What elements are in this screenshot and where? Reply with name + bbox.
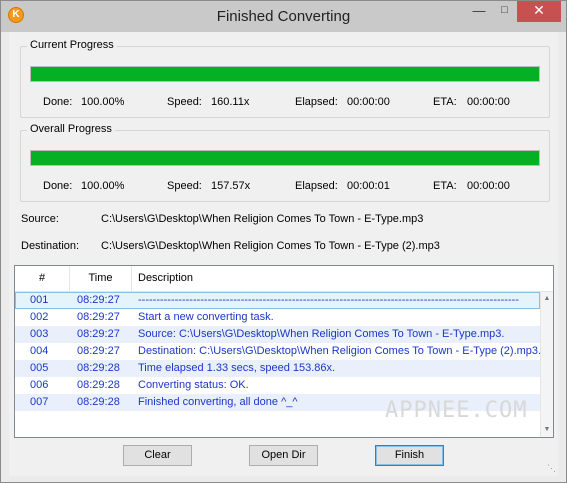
current-elapsed-value: 00:00:00 [347, 96, 390, 108]
column-header-time[interactable]: Time [70, 266, 132, 291]
finished-converting-window: K Finished Converting — □ ✕ Current Prog… [0, 0, 567, 483]
log-row-number: 004 [30, 345, 49, 357]
current-done-value: 100.00% [81, 96, 125, 108]
overall-eta-value: 00:00:00 [467, 180, 510, 192]
source-row: Source: C:\Users\G\Desktop\When Religion… [21, 213, 423, 225]
overall-done-label: Done: [43, 180, 73, 192]
log-row-number: 006 [30, 379, 49, 391]
log-row-number: 005 [30, 362, 49, 374]
overall-speed-label: Speed: [167, 180, 202, 192]
open-dir-button[interactable]: Open Dir [249, 445, 318, 466]
log-row-description: Time elapsed 1.33 secs, speed 153.86x. [138, 362, 336, 374]
overall-progress-fill [31, 151, 539, 165]
log-list[interactable]: # Time Description 001 08:29:27 ----------… [14, 265, 554, 438]
log-row-time: 08:29:27 [77, 328, 120, 340]
destination-row: Destination: C:\Users\G\Desktop\When Rel… [21, 240, 440, 252]
log-row-description: Source: C:\Users\G\Desktop\When Religion… [138, 328, 505, 340]
log-row-time: 08:29:27 [77, 345, 120, 357]
overall-progress-group: Overall Progress Done: 100.00% Speed: 15… [20, 123, 550, 202]
vertical-scrollbar[interactable]: ▲ ▼ [540, 292, 553, 437]
watermark: APPNEE.COM [385, 398, 528, 423]
log-row-number: 003 [30, 328, 49, 340]
log-row-description: Finished converting, all done ^_^ [138, 396, 298, 408]
log-row-description: Converting status: OK. [138, 379, 249, 391]
overall-elapsed-value: 00:00:01 [347, 180, 390, 192]
destination-label: Destination: [21, 240, 80, 252]
overall-eta-label: ETA: [433, 180, 457, 192]
log-row-time: 08:29:28 [77, 379, 120, 391]
scroll-down-icon[interactable]: ▼ [541, 423, 553, 437]
log-row-time: 08:29:28 [77, 396, 120, 408]
column-header-description[interactable]: Description [132, 266, 553, 291]
overall-speed-value: 157.57x [211, 180, 251, 192]
log-row-description: ----------------------------------------… [138, 294, 519, 306]
log-row-description: Start a new converting task. [138, 311, 274, 323]
current-speed-label: Speed: [167, 96, 202, 108]
log-row-number: 002 [30, 311, 49, 323]
current-progress-group: Current Progress Done: 100.00% Speed: 16… [20, 39, 550, 118]
table-row[interactable]: 002 08:29:27 Start a new converting task. [15, 309, 540, 326]
finish-button[interactable]: Finish [375, 445, 444, 466]
table-row[interactable]: 006 08:29:28 Converting status: OK. [15, 377, 540, 394]
overall-elapsed-label: Elapsed: [295, 180, 338, 192]
minimize-icon[interactable]: — [466, 1, 492, 22]
log-header: # Time Description [15, 266, 553, 292]
table-row[interactable]: 004 08:29:27 Destination: C:\Users\G\Deskt… [15, 343, 542, 360]
current-eta-value: 00:00:00 [467, 96, 510, 108]
close-icon[interactable]: ✕ [517, 1, 561, 22]
scroll-up-icon[interactable]: ▲ [541, 292, 553, 306]
maximize-icon[interactable]: □ [492, 1, 517, 22]
overall-progress-legend: Overall Progress [27, 123, 115, 135]
source-path: C:\Users\G\Desktop\When Religion Comes T… [101, 213, 424, 225]
destination-path: C:\Users\G\Desktop\When Religion Comes T… [101, 240, 440, 252]
log-row-time: 08:29:27 [77, 294, 120, 306]
title-bar[interactable]: K Finished Converting — □ ✕ [1, 1, 566, 32]
resize-grip-icon[interactable]: ⋱ [547, 463, 556, 474]
current-progress-bar [30, 66, 540, 82]
log-row-number: 007 [30, 396, 49, 408]
log-row-description: Destination: C:\Users\G\Desktop\When Rel… [138, 345, 542, 357]
current-elapsed-label: Elapsed: [295, 96, 338, 108]
clear-button[interactable]: Clear [123, 445, 192, 466]
log-row-time: 08:29:27 [77, 311, 120, 323]
overall-progress-bar [30, 150, 540, 166]
column-header-number[interactable]: # [15, 266, 70, 291]
current-speed-value: 160.11x [211, 96, 250, 108]
current-progress-legend: Current Progress [27, 39, 117, 51]
table-row[interactable]: 005 08:29:28 Time elapsed 1.33 secs, speed… [15, 360, 540, 377]
current-progress-fill [31, 67, 539, 81]
log-row-number: 001 [30, 294, 49, 306]
log-rows: 001 08:29:27 -----------------------------… [15, 292, 542, 411]
dialog-body: Current Progress Done: 100.00% Speed: 16… [9, 32, 558, 476]
overall-done-value: 100.00% [81, 180, 125, 192]
table-row[interactable]: 001 08:29:27 -----------------------------… [15, 292, 540, 309]
current-done-label: Done: [43, 96, 73, 108]
current-eta-label: ETA: [433, 96, 457, 108]
table-row[interactable]: 003 08:29:27 Source: C:\Users\G\Desktop\Wh… [15, 326, 540, 343]
log-row-time: 08:29:28 [77, 362, 120, 374]
source-label: Source: [21, 213, 59, 225]
